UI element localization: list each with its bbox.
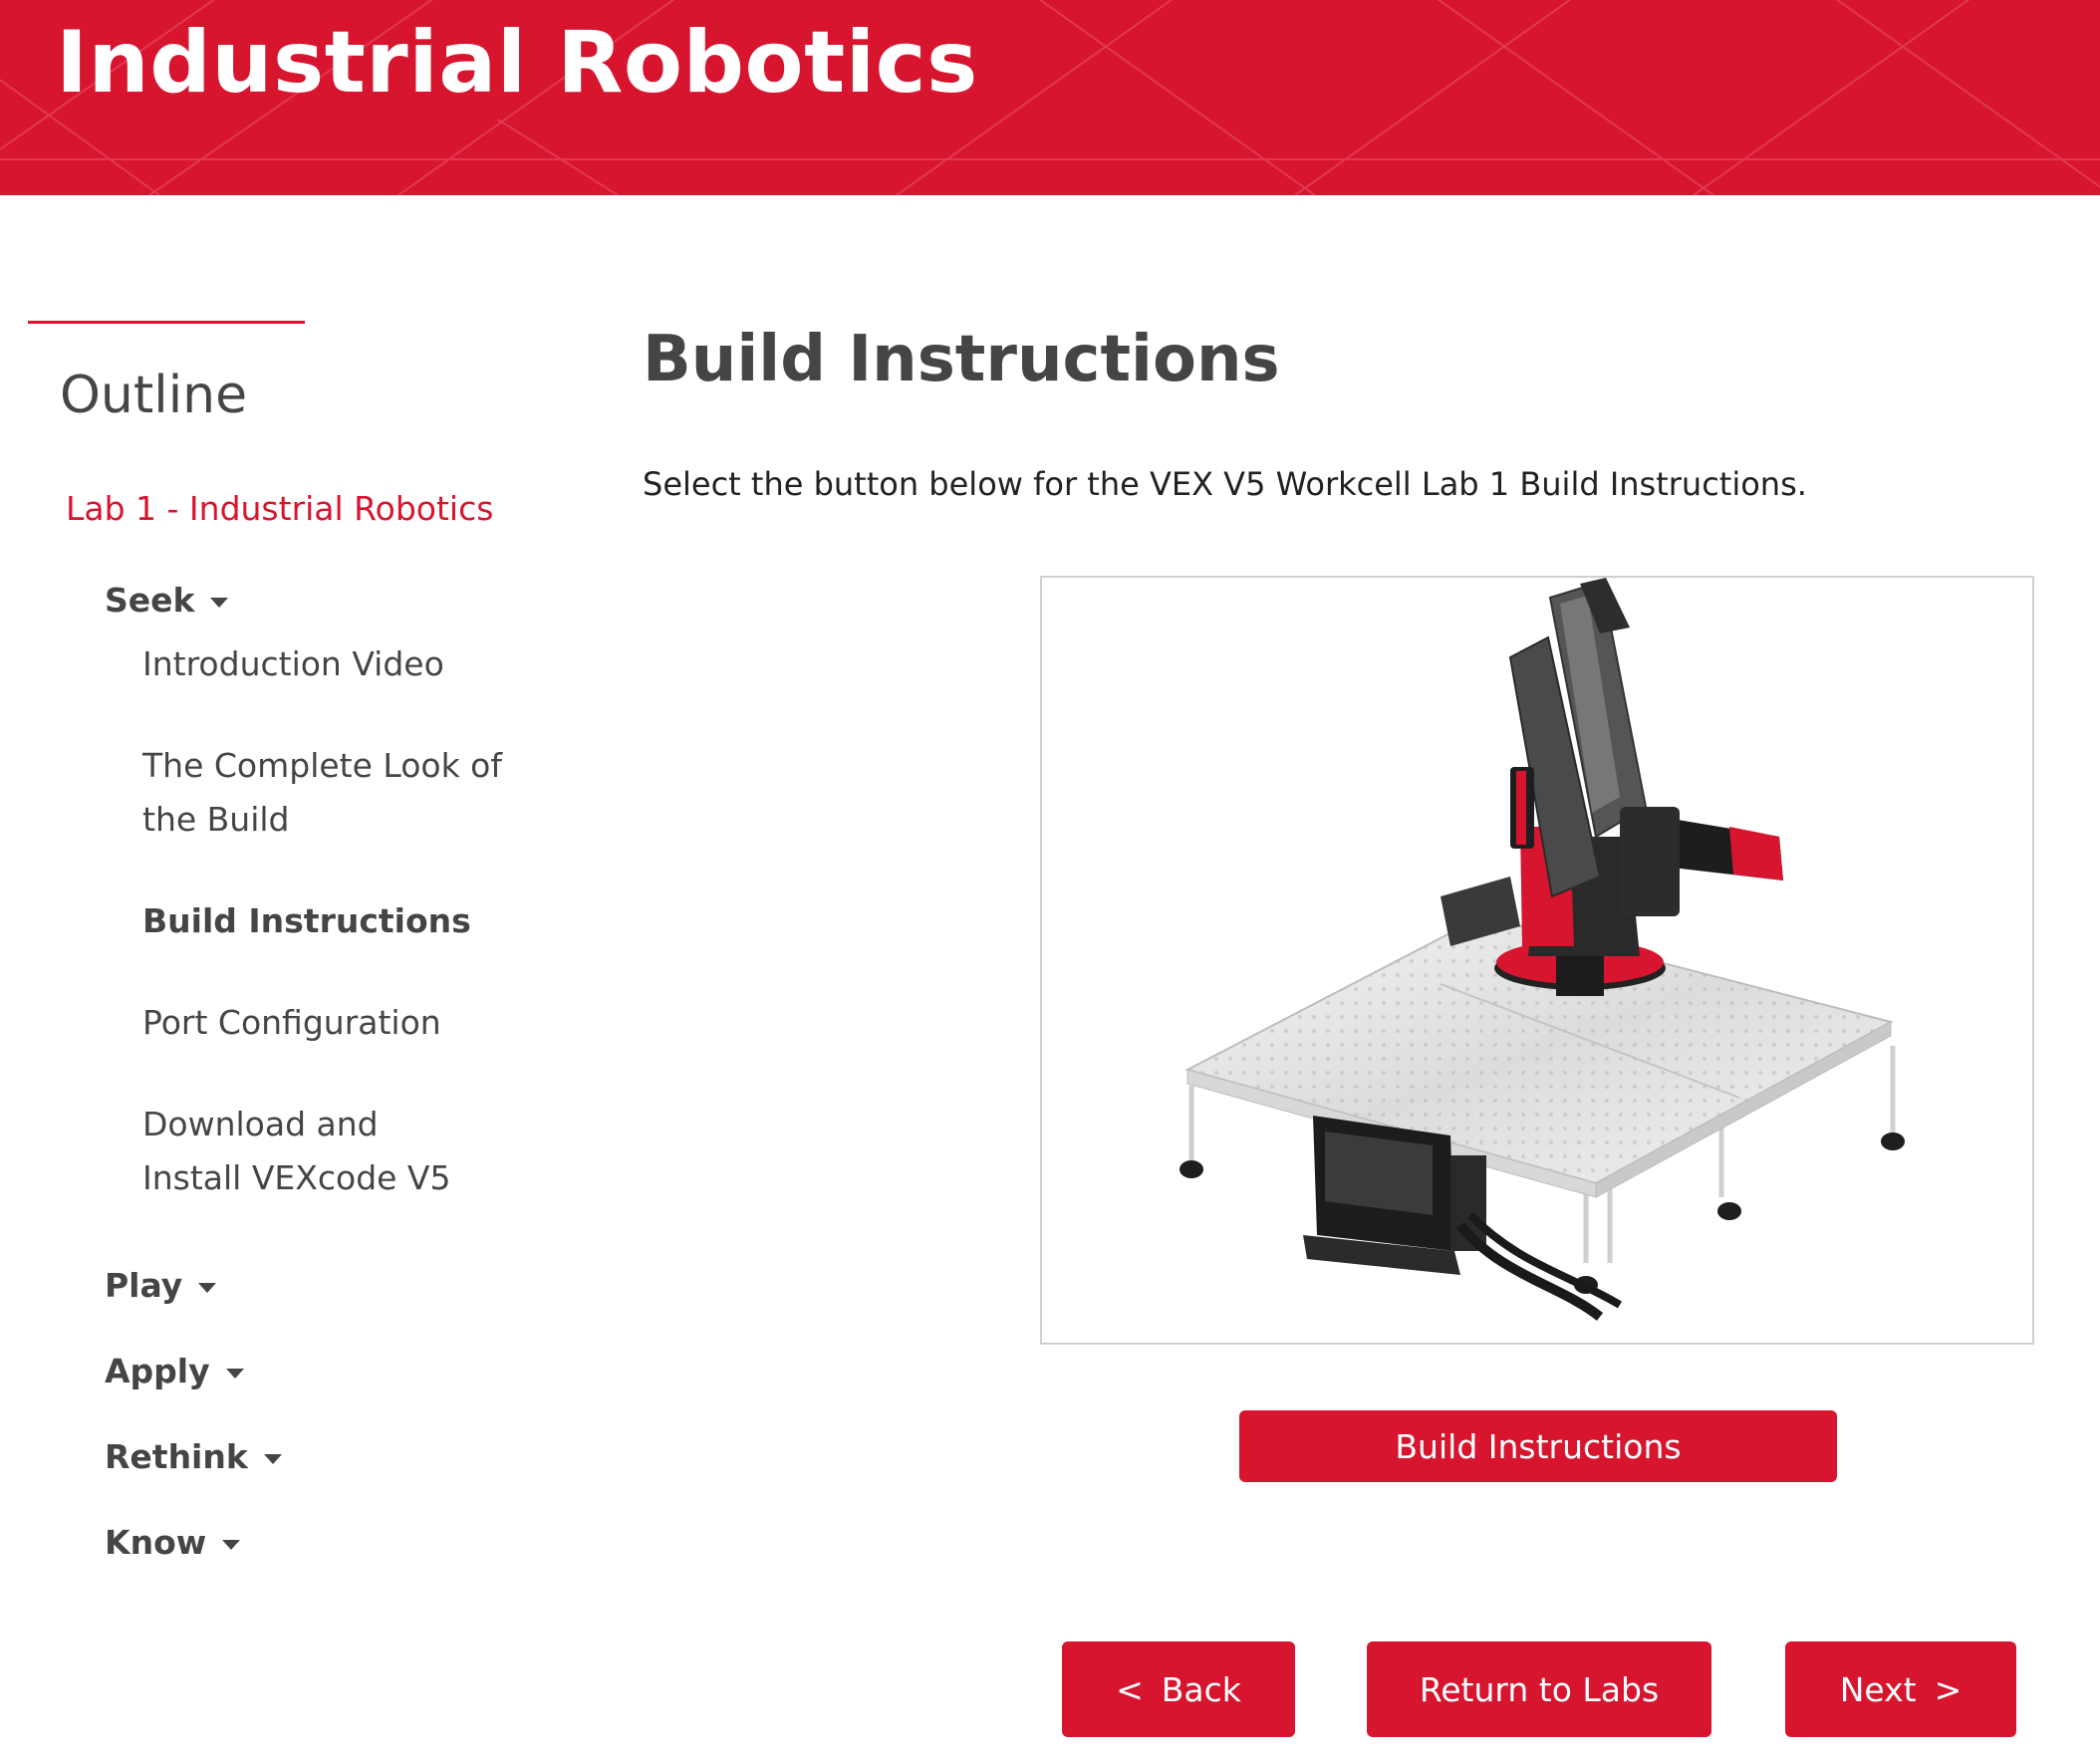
- caret-down-icon: [263, 1453, 282, 1464]
- sidebar-section-know[interactable]: Know: [105, 1518, 241, 1568]
- back-button-label: Back: [1161, 1669, 1241, 1709]
- sidebar-heading: Outline: [60, 366, 248, 425]
- page-header-title: Industrial Robotics: [56, 13, 978, 113]
- chevron-right-icon: >: [1934, 1669, 1963, 1709]
- sidebar-item-port-configuration[interactable]: Port Configuration: [142, 996, 561, 1050]
- page-title: Build Instructions: [643, 323, 1280, 396]
- caret-down-icon: [210, 597, 229, 608]
- sidebar-item-download-vexcode[interactable]: Download and Install VEXcode V5: [142, 1098, 481, 1205]
- sidebar-item-build-instructions[interactable]: Build Instructions: [142, 894, 561, 948]
- sidebar-section-label: Apply: [105, 1352, 210, 1390]
- sidebar-section-seek[interactable]: Seek: [105, 576, 229, 626]
- build-instructions-button[interactable]: Build Instructions: [1239, 1410, 1837, 1482]
- sidebar-item-complete-look[interactable]: The Complete Look of the Build: [142, 739, 561, 847]
- sidebar-section-play[interactable]: Play: [105, 1261, 217, 1311]
- chevron-left-icon: <: [1116, 1669, 1144, 1709]
- sidebar-section-label: Know: [105, 1523, 207, 1562]
- sidebar-section-label: Play: [105, 1266, 183, 1305]
- back-button[interactable]: < Back: [1062, 1641, 1295, 1737]
- workcell-image: [1040, 576, 2034, 1345]
- caret-down-icon: [225, 1368, 244, 1379]
- caret-down-icon: [198, 1282, 217, 1293]
- sidebar-accent-rule: [28, 321, 305, 324]
- robot-arm-illustration: [1180, 578, 1905, 1321]
- sidebar-section-label: Rethink: [105, 1437, 248, 1476]
- intro-text: Select the button below for the VEX V5 W…: [643, 465, 1807, 503]
- header-banner: Industrial Robotics: [0, 0, 2100, 195]
- sidebar-section-rethink[interactable]: Rethink: [105, 1432, 282, 1482]
- next-button[interactable]: Next >: [1785, 1641, 2016, 1737]
- sidebar-lab-link[interactable]: Lab 1 - Industrial Robotics: [66, 484, 493, 534]
- return-to-labs-button[interactable]: Return to Labs: [1367, 1641, 1711, 1737]
- next-button-label: Next: [1839, 1669, 1917, 1709]
- sidebar-section-label: Seek: [105, 581, 195, 620]
- sidebar-section-apply[interactable]: Apply: [105, 1347, 244, 1396]
- sidebar-item-introduction-video[interactable]: Introduction Video: [142, 637, 561, 691]
- caret-down-icon: [222, 1539, 241, 1550]
